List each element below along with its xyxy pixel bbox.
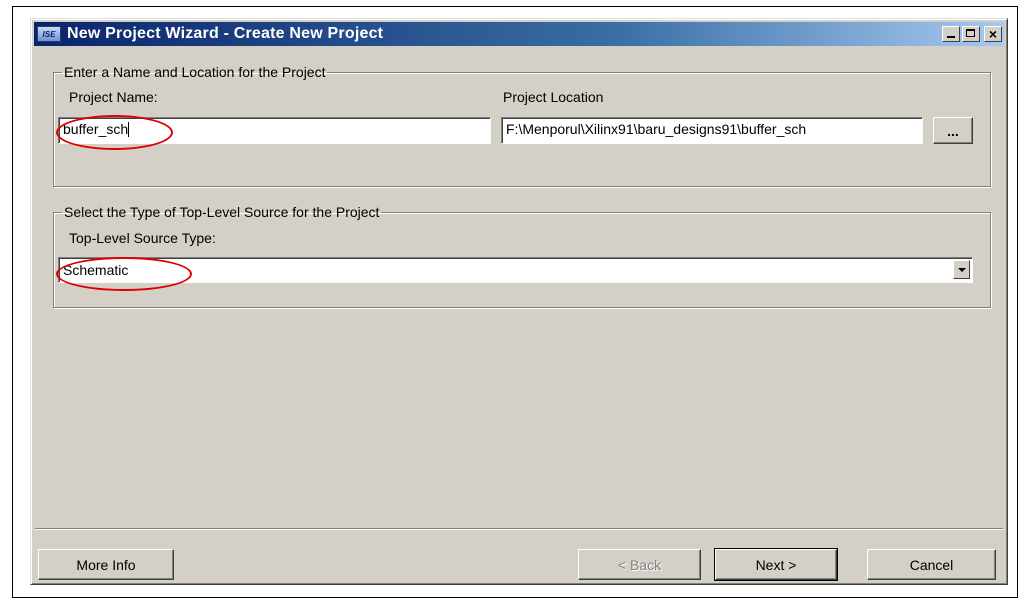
text-caret [128, 122, 130, 137]
source-type-select[interactable]: Schematic [58, 257, 973, 283]
name-location-legend: Enter a Name and Location for the Projec… [64, 64, 326, 80]
project-location-value: F:\Menporul\Xilinx91\baru_designs91\buff… [506, 121, 807, 137]
project-location-input[interactable]: F:\Menporul\Xilinx91\baru_designs91\buff… [501, 117, 923, 144]
source-type-group: Select the Type of Top-Level Source for … [53, 204, 991, 308]
footer-separator [35, 528, 1003, 530]
project-name-value: buffer_sch [63, 121, 129, 137]
chevron-down-icon [958, 268, 966, 272]
project-location-label: Project Location [503, 89, 604, 105]
title-bar[interactable]: ISE New Project Wizard - Create New Proj… [34, 22, 1004, 46]
maximize-icon [966, 29, 975, 37]
more-info-button[interactable]: More Info [38, 549, 174, 580]
minimize-button[interactable] [942, 26, 960, 42]
browse-location-button[interactable]: ... [933, 117, 973, 144]
new-project-wizard-window: ISE New Project Wizard - Create New Proj… [30, 18, 1008, 585]
source-type-legend: Select the Type of Top-Level Source for … [64, 204, 380, 220]
back-button[interactable]: < Back [578, 549, 701, 580]
source-type-value: Schematic [63, 262, 129, 278]
next-button[interactable]: Next > [714, 548, 838, 581]
minimize-icon [947, 36, 955, 38]
close-icon: × [988, 26, 998, 42]
project-name-input[interactable]: buffer_sch [58, 117, 491, 144]
source-type-dropdown-button[interactable] [953, 260, 970, 279]
title-bar-buttons: × [942, 26, 1002, 42]
source-type-label: Top-Level Source Type: [69, 230, 216, 246]
maximize-button[interactable] [962, 26, 980, 42]
close-button[interactable]: × [984, 26, 1002, 42]
ise-app-icon: ISE [37, 26, 61, 42]
window-title: New Project Wizard - Create New Project [67, 25, 384, 42]
cancel-button[interactable]: Cancel [867, 549, 996, 580]
project-name-label: Project Name: [69, 89, 158, 105]
